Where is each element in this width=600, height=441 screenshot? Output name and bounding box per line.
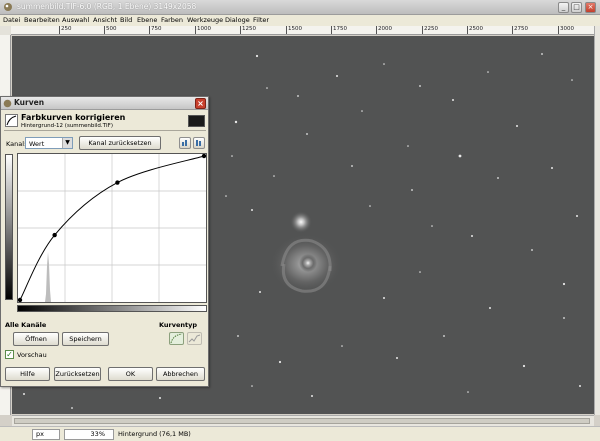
ruler-label: 1500: [288, 26, 302, 32]
ruler-label: 2000: [378, 26, 392, 32]
curve-control-point[interactable]: [17, 297, 23, 303]
curve-control-point[interactable]: [201, 153, 207, 159]
close-window-button[interactable]: ×: [585, 2, 596, 13]
gimp-dialog-icon: [3, 99, 12, 108]
output-gradient: [5, 154, 13, 300]
preview-label: Vorschau: [17, 351, 47, 359]
open-button[interactable]: Öffnen: [13, 332, 59, 346]
statusbar: px 33% Hintergrund (76,1 MB): [0, 426, 600, 441]
gimp-app-icon: [4, 3, 12, 11]
menu-ebene[interactable]: Ebene: [137, 16, 157, 24]
dialog-titlebar[interactable]: Kurven ×: [1, 97, 208, 110]
freehand-curve-icon[interactable]: [187, 332, 202, 345]
menu-dialoge[interactable]: Dialoge: [225, 16, 250, 24]
ruler-label: 250: [61, 26, 72, 32]
window-title: summenbild.TIF-6.0 (RGB, 1 Ebene) 3149x2…: [17, 2, 197, 11]
curve-graph[interactable]: [17, 153, 207, 303]
smooth-curve-icon[interactable]: [169, 332, 184, 345]
ruler-label: 3000: [560, 26, 574, 32]
ruler-label: 1000: [197, 26, 211, 32]
input-gradient: [17, 305, 207, 312]
header-separator: [4, 130, 206, 131]
unit-select[interactable]: px: [32, 429, 60, 440]
minimize-button[interactable]: _: [558, 2, 569, 13]
reset-button[interactable]: Zurücksetzen: [54, 367, 101, 381]
curves-dialog: Kurven × Farbkurven korrigieren Hintergr…: [0, 96, 209, 387]
ok-button[interactable]: OK: [108, 367, 153, 381]
vertical-scrollbar[interactable]: [594, 26, 600, 415]
layer-preview: [188, 115, 205, 127]
ruler-label: 2750: [514, 26, 528, 32]
horizontal-scrollbar[interactable]: [12, 415, 594, 426]
maximize-button[interactable]: □: [571, 2, 582, 13]
all-channels-label: Alle Kanäle: [5, 321, 47, 329]
curve-type-label: Kurventyp: [159, 321, 198, 329]
channel-label: Kanal:: [6, 140, 27, 148]
chevron-down-icon: ▼: [62, 138, 72, 148]
ruler-label: 500: [106, 26, 117, 32]
menu-werkzeuge[interactable]: Werkzeuge: [187, 16, 223, 24]
ruler-label: 2250: [424, 26, 438, 32]
reset-channel-button[interactable]: Kanal zurücksetzen: [79, 136, 161, 150]
channel-select[interactable]: Wert ▼: [25, 137, 73, 149]
menu-datei[interactable]: Datei: [3, 16, 20, 24]
dialog-title: Kurven: [14, 98, 45, 107]
menubar: Datei Bearbeiten Auswahl Ansicht Bild Eb…: [0, 15, 600, 26]
menu-auswahl[interactable]: Auswahl: [62, 16, 89, 24]
status-info: Hintergrund (76,1 MB): [118, 430, 191, 438]
curve-plot[interactable]: [17, 153, 207, 303]
dialog-header-title: Farbkurven korrigieren: [21, 113, 126, 122]
menu-filter[interactable]: Filter: [253, 16, 269, 24]
linear-histogram-icon[interactable]: [179, 137, 191, 149]
channel-select-value: Wert: [29, 140, 45, 148]
ruler-label: 2500: [469, 26, 483, 32]
scrollbar-thumb[interactable]: [14, 418, 590, 424]
ruler-label: 1750: [333, 26, 347, 32]
curve-control-point[interactable]: [52, 232, 57, 238]
save-button[interactable]: Speichern: [62, 332, 109, 346]
dialog-close-button[interactable]: ×: [195, 98, 206, 109]
ruler-label: 750: [151, 26, 162, 32]
menu-farben[interactable]: Farben: [161, 16, 183, 24]
dialog-header-subtitle: Hintergrund-12 (summenbild.TIF): [21, 123, 113, 129]
menu-bild[interactable]: Bild: [120, 16, 132, 24]
help-button[interactable]: Hilfe: [5, 367, 50, 381]
ruler-corner[interactable]: [0, 26, 11, 35]
cancel-button[interactable]: Abbrechen: [156, 367, 205, 381]
ruler-label: 1250: [242, 26, 256, 32]
window-titlebar: summenbild.TIF-6.0 (RGB, 1 Ebene) 3149x2…: [0, 0, 600, 15]
horizontal-ruler[interactable]: 250 500 750 1000 1250 1500 1750 2000 225…: [11, 26, 594, 35]
preview-checkbox[interactable]: ✓: [5, 350, 14, 359]
histogram: [45, 252, 51, 302]
curve-control-point[interactable]: [115, 180, 120, 185]
menu-ansicht[interactable]: Ansicht: [93, 16, 117, 24]
curves-icon: [5, 114, 18, 127]
log-histogram-icon[interactable]: [193, 137, 205, 149]
zoom-select[interactable]: 33%: [64, 429, 114, 440]
menu-bearbeiten[interactable]: Bearbeiten: [24, 16, 60, 24]
curve-editor: [5, 153, 207, 312]
